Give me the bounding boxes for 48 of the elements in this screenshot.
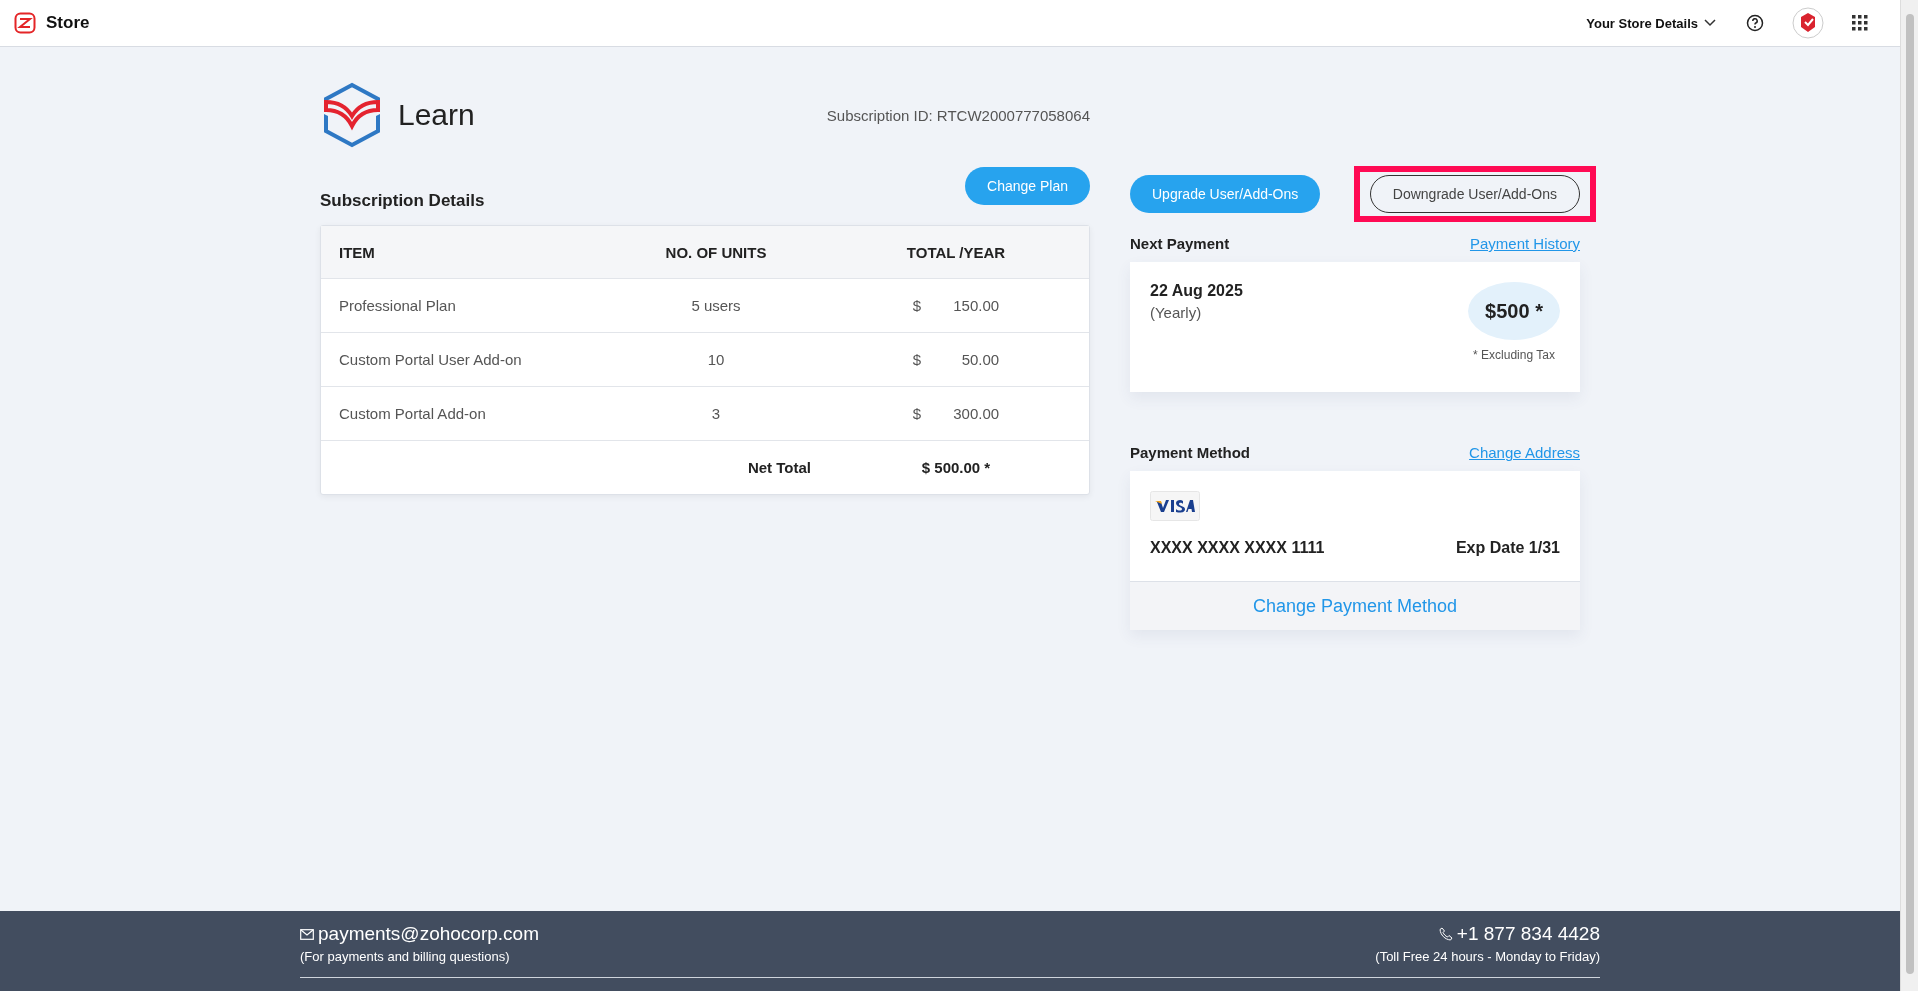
change-payment-method-button[interactable]: Change Payment Method (1130, 581, 1580, 630)
payment-history-link[interactable]: Payment History (1469, 235, 1580, 252)
currency-symbol: $ (912, 351, 922, 368)
table-cell-text: 10 (706, 351, 726, 368)
currency-symbol: $ (912, 405, 922, 422)
column-header: ITEM (339, 243, 376, 261)
mail-icon (300, 928, 314, 940)
section-title: Subscription Details (320, 191, 485, 211)
net-total-label: Net Total (746, 459, 812, 476)
apps-grid-icon[interactable] (1852, 15, 1868, 31)
column-header: TOTAL /YEAR (905, 243, 1007, 261)
table-cell-text: Professional Plan (339, 297, 457, 314)
app-name: Store (46, 13, 90, 33)
card-number: XXXX XXXX XXXX 1111 (1150, 539, 1325, 557)
table-cell-text: 300.00 (952, 405, 1000, 422)
expiry-date: Exp Date 1/31 (1455, 539, 1560, 557)
table-cell-text: 3 (710, 405, 722, 422)
help-icon[interactable] (1746, 14, 1764, 32)
next-payment-title: Next Payment (1130, 235, 1230, 252)
card-brand-icon (1150, 491, 1200, 521)
footer-phone[interactable]: +1 877 834 4428 (1456, 923, 1600, 945)
phone-icon (1438, 927, 1453, 941)
column-header: NO. OF UNITS (664, 243, 768, 261)
payment-amount: $500 * (1468, 282, 1560, 340)
billing-cycle: (Yearly) (1150, 304, 1203, 321)
footer-email[interactable]: payments@zohocorp.com (318, 923, 539, 945)
payment-method-title: Payment Method (1130, 444, 1250, 461)
store-details-menu[interactable]: Your Store Details (1586, 15, 1716, 31)
subscription-id: Subscription ID: RTCW2000777058064 (826, 106, 1090, 124)
store-logo-icon (14, 12, 36, 34)
table-cell-text: Custom Portal Add-on (339, 405, 487, 422)
net-total-value: $ 500.00 * (920, 459, 992, 476)
chevron-down-icon (1704, 19, 1716, 27)
table-cell-text: 50.00 (960, 351, 1000, 368)
scrollbar-thumb[interactable] (1905, 14, 1914, 974)
avatar-icon[interactable] (1792, 7, 1824, 39)
email-note: (For payments and billing questions) (300, 949, 511, 964)
currency-symbol: $ (912, 297, 922, 314)
change-plan-button[interactable]: Change Plan (965, 167, 1090, 205)
change-address-link[interactable]: Change Address (1469, 444, 1580, 461)
table-cell-text: Custom Portal User Add-on (339, 351, 523, 368)
table-cell-text: 5 users (690, 297, 742, 314)
phone-note: (Toll Free 24 hours - Monday to Friday) (1375, 949, 1600, 964)
table-cell-text: 150.00 (952, 297, 1000, 314)
product-name: Learn (398, 98, 475, 132)
upgrade-button[interactable]: Upgrade User/Add-Ons (1130, 175, 1321, 213)
tax-note: * Excluding Tax (1473, 348, 1555, 362)
payment-date: 22 Aug 2025 (1150, 282, 1243, 300)
